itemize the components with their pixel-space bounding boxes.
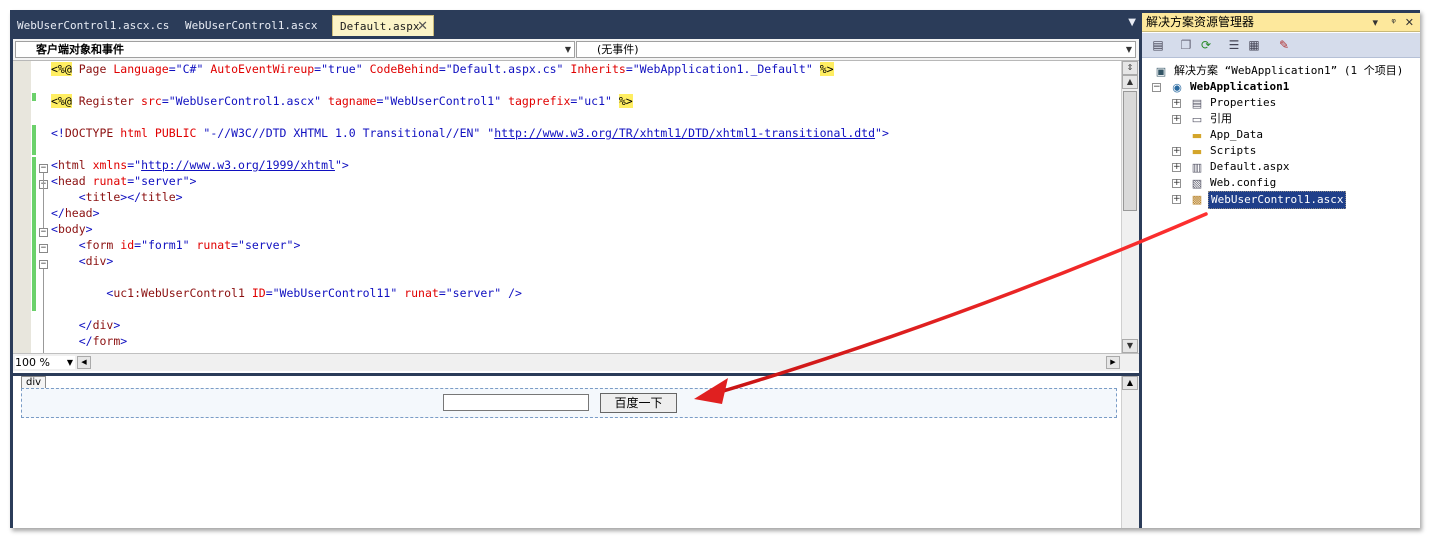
tree-node-label: 引用	[1210, 112, 1232, 125]
view-designer-icon[interactable]: ▦	[1246, 37, 1262, 53]
zoom-combo[interactable]: 100 % ▼	[15, 356, 75, 369]
change-marker	[32, 157, 36, 311]
collapse-icon[interactable]: −	[39, 228, 48, 237]
solution-explorer-title-bar: 解决方案资源管理器 ▾ ᵠ ✕	[1142, 13, 1420, 32]
expand-icon[interactable]: +	[1172, 115, 1181, 124]
combo-value: (无事件)	[597, 43, 639, 56]
view-code-icon[interactable]: ☰	[1226, 37, 1242, 53]
code-line: </form>	[78, 334, 128, 348]
refresh-icon[interactable]: ⟳	[1198, 37, 1214, 53]
class-diagram-icon[interactable]: ✎	[1276, 37, 1292, 53]
scroll-down-icon[interactable]: ▼	[1122, 339, 1138, 353]
document-tab-strip: WebUserControl1.ascx.cs WebUserControl1.…	[10, 10, 1142, 36]
close-icon[interactable]: ✕	[1405, 13, 1414, 32]
code-line: <title></title>	[78, 190, 183, 204]
code-area[interactable]: − − − − − <%@ Page Language="C#" AutoEve…	[37, 61, 1117, 353]
zoom-value: 100 %	[15, 356, 50, 369]
tree-node-label: Properties	[1210, 96, 1277, 109]
collapse-icon[interactable]: −	[1152, 83, 1161, 92]
config-file-icon: ▧	[1191, 177, 1203, 190]
aspx-file-icon: ▥	[1191, 161, 1203, 174]
events-combo[interactable]: (无事件) ▼	[576, 41, 1136, 58]
outline-guide	[43, 269, 44, 353]
tree-node-label: 解决方案 “WebApplication1” (1 个项目)	[1174, 64, 1404, 77]
code-line: </head>	[51, 206, 100, 220]
scroll-left-icon[interactable]: ◀	[77, 356, 91, 369]
scroll-up-icon[interactable]: ▲	[1122, 75, 1138, 89]
chevron-down-icon: ▼	[1125, 45, 1132, 54]
code-line: <div>	[78, 254, 114, 268]
web-project-icon: ◉	[1172, 81, 1182, 94]
scroll-right-icon[interactable]: ▶	[1106, 356, 1120, 369]
code-line: <body>	[51, 222, 93, 236]
panel-title: 解决方案资源管理器	[1146, 15, 1255, 29]
baidu-search-button[interactable]: 百度一下	[600, 393, 677, 413]
properties-view-icon[interactable]: ▤	[1150, 37, 1166, 53]
show-all-files-icon[interactable]: ❐	[1178, 37, 1194, 53]
design-surface[interactable]: div 百度一下 ▲	[13, 376, 1139, 528]
change-marker	[32, 93, 36, 101]
design-vertical-scrollbar[interactable]: ▲	[1121, 376, 1139, 528]
collapse-icon[interactable]: −	[39, 164, 48, 173]
combo-value: 客户端对象和事件	[36, 43, 124, 56]
chevron-down-icon: ▼	[564, 45, 571, 54]
tree-node-label: WebApplication1	[1190, 80, 1290, 93]
code-line: <%@ Page Language="C#" AutoEventWireup="…	[51, 62, 834, 76]
solution-icon: ▣	[1155, 65, 1167, 78]
folder-icon: ▬	[1191, 129, 1203, 142]
search-textbox[interactable]	[443, 394, 589, 411]
client-objects-combo[interactable]: 客户端对象和事件 ▼	[15, 41, 575, 58]
code-line: <!DOCTYPE html PUBLIC "-//W3C//DTD XHTML…	[51, 126, 889, 140]
expand-icon[interactable]: +	[1172, 195, 1181, 204]
solution-explorer: 解决方案资源管理器 ▾ ᵠ ✕ ▤ ❐ ⟳ ☰ ▦ ✎ ▣ 解决方案 “WebA…	[1142, 13, 1420, 528]
code-line: <form id="form1" runat="server">	[78, 238, 301, 252]
split-handle-icon[interactable]: ⇕	[1122, 61, 1138, 75]
tree-node-label: Default.aspx	[1210, 160, 1290, 173]
ascx-file-icon: ▩	[1191, 193, 1203, 206]
tab-label: WebUserControl1.ascx.cs	[17, 19, 170, 32]
code-line: <head runat="server">	[51, 174, 197, 188]
expand-icon[interactable]: +	[1172, 163, 1181, 172]
scroll-thumb[interactable]	[1123, 91, 1137, 211]
change-marker	[32, 125, 36, 155]
collapse-icon[interactable]: −	[39, 244, 48, 253]
tab-label: WebUserControl1.ascx	[185, 19, 318, 32]
solution-explorer-toolbar: ▤ ❐ ⟳ ☰ ▦ ✎	[1142, 33, 1420, 58]
source-editor[interactable]: 客户端对象和事件 ▼ (无事件) ▼ − − − − − <%@ Page La…	[13, 39, 1139, 373]
navigation-bar: 客户端对象和事件 ▼ (无事件) ▼	[13, 39, 1139, 61]
collapse-icon[interactable]: −	[39, 260, 48, 269]
expand-icon[interactable]: +	[1172, 179, 1181, 188]
close-icon[interactable]: ✕	[417, 16, 428, 37]
editor-horizontal-bar: 100 % ▼ ◀ ▶	[13, 353, 1139, 371]
tab-webusercontrol-cs[interactable]: WebUserControl1.ascx.cs	[10, 15, 177, 36]
editor-vertical-scrollbar[interactable]: ⇕ ▲ ▼	[1121, 61, 1139, 353]
ide-window: WebUserControl1.ascx.cs WebUserControl1.…	[10, 10, 1420, 528]
tab-label: Default.aspx	[340, 20, 420, 33]
code-line: <%@ Register src="WebUserControl1.ascx" …	[51, 94, 633, 108]
outline-guide	[43, 173, 44, 228]
tree-node-label: App_Data	[1210, 128, 1263, 141]
properties-icon: ▤	[1191, 97, 1203, 110]
solution-tree[interactable]: ▣ 解决方案 “WebApplication1” (1 个项目) − ◉ Web…	[1142, 59, 1420, 529]
tree-node-label: Web.config	[1210, 176, 1277, 189]
code-line: <uc1:WebUserControl1 ID="WebUserControl1…	[106, 286, 522, 300]
tab-default-aspx[interactable]: Default.aspx ✕	[332, 15, 434, 36]
code-line: </div>	[78, 318, 121, 332]
chevron-down-icon: ▼	[66, 358, 73, 367]
window-position-icon[interactable]: ▾	[1372, 13, 1378, 32]
tree-node-label: Scripts	[1210, 144, 1257, 157]
folder-icon: ▬	[1191, 145, 1203, 158]
references-icon: ▭	[1191, 113, 1203, 126]
expand-icon[interactable]: +	[1172, 99, 1181, 108]
tab-dropdown-icon[interactable]: ▼	[1128, 17, 1136, 28]
pin-icon[interactable]: ᵠ	[1391, 13, 1396, 32]
tree-node-label: WebUserControl1.ascx	[1208, 191, 1347, 209]
editor-gutter	[13, 61, 31, 353]
scroll-up-icon[interactable]: ▲	[1122, 376, 1138, 390]
design-div-block[interactable]: 百度一下	[21, 388, 1117, 418]
tab-webusercontrol-ascx[interactable]: WebUserControl1.ascx	[178, 15, 335, 36]
expand-icon[interactable]: +	[1172, 147, 1181, 156]
code-line: <html xmlns="http://www.w3.org/1999/xhtm…	[51, 158, 349, 172]
